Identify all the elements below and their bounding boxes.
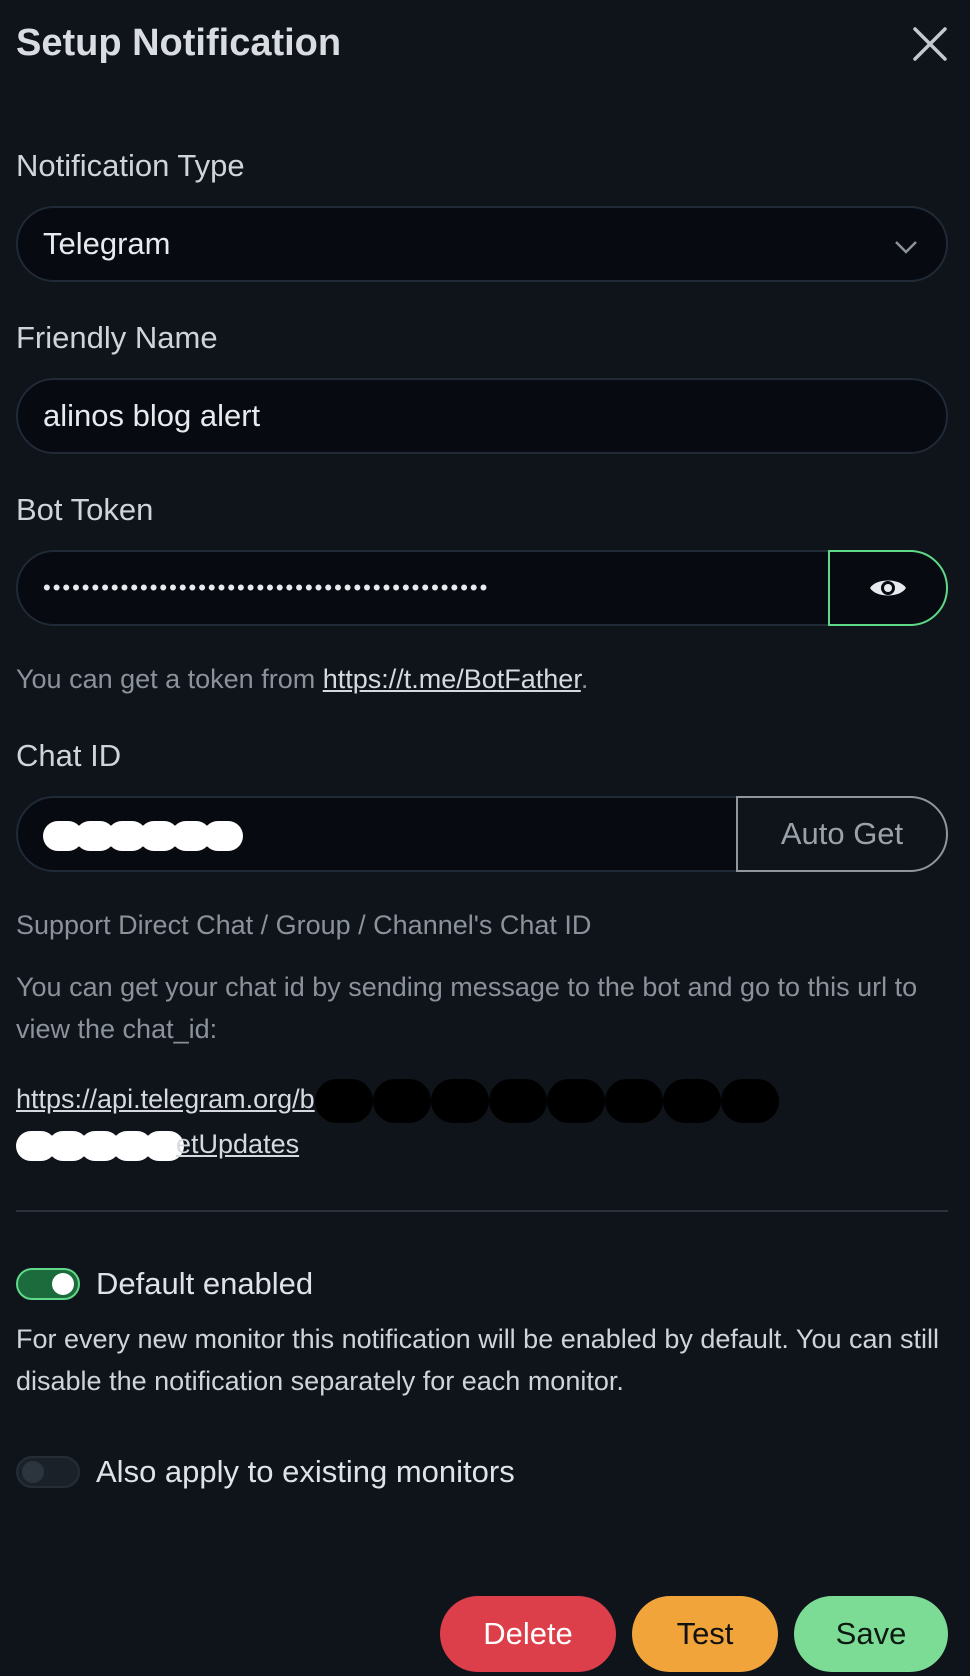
- toggle-token-visibility-button[interactable]: [828, 550, 948, 626]
- test-button[interactable]: Test: [632, 1596, 778, 1672]
- notification-type-label: Notification Type: [16, 148, 245, 183]
- notification-type-value: Telegram: [43, 226, 171, 261]
- default-enabled-description: For every new monitor this notification …: [16, 1324, 940, 1396]
- bot-token-help-text: You can get a token from: [16, 664, 323, 694]
- friendly-name-value: alinos blog alert: [43, 398, 261, 433]
- url-redaction-white: [16, 1129, 184, 1161]
- close-button[interactable]: [910, 24, 950, 64]
- delete-button[interactable]: Delete: [440, 1596, 616, 1672]
- bot-token-label: Bot Token: [16, 492, 154, 527]
- chat-id-support-text: Support Direct Chat / Group / Channel's …: [16, 910, 592, 940]
- bot-token-masked-value: ••••••••••••••••••••••••••••••••••••••••…: [43, 575, 490, 600]
- url-redaction-black: [314, 1078, 779, 1123]
- auto-get-button[interactable]: Auto Get: [736, 796, 948, 872]
- eye-icon: [870, 580, 906, 596]
- close-icon: [913, 27, 947, 61]
- chevron-down-icon: [895, 241, 917, 254]
- divider: [16, 1210, 948, 1212]
- botfather-link[interactable]: https://t.me/BotFather: [323, 664, 581, 694]
- get-updates-url-suffix: etUpdates: [176, 1128, 300, 1159]
- apply-existing-toggle[interactable]: [16, 1456, 80, 1488]
- friendly-name-label: Friendly Name: [16, 320, 218, 355]
- chat-id-label: Chat ID: [16, 738, 122, 773]
- save-button[interactable]: Save: [794, 1596, 948, 1672]
- bot-token-input[interactable]: ••••••••••••••••••••••••••••••••••••••••…: [16, 550, 830, 626]
- friendly-name-input[interactable]: alinos blog alert: [16, 378, 948, 454]
- setup-notification-modal: Setup Notification Notification Type Tel…: [0, 0, 970, 1676]
- chat-id-redacted-value: [43, 816, 243, 852]
- get-updates-link[interactable]: https://api.telegram.org/b etUpdates: [16, 1078, 950, 1166]
- get-updates-url-prefix: https://api.telegram.org/b: [16, 1084, 315, 1114]
- bot-token-help-suffix: .: [580, 664, 589, 694]
- default-enabled-toggle[interactable]: [16, 1268, 80, 1300]
- modal-title: Setup Notification: [16, 22, 342, 64]
- default-enabled-label: Default enabled: [96, 1266, 314, 1301]
- bot-token-help: You can get a token from https://t.me/Bo…: [16, 664, 588, 695]
- chat-id-input[interactable]: [16, 796, 738, 872]
- notification-type-select[interactable]: Telegram: [16, 206, 948, 282]
- chat-id-help-text: You can get your chat id by sending mess…: [16, 972, 918, 1044]
- apply-existing-label: Also apply to existing monitors: [96, 1454, 515, 1489]
